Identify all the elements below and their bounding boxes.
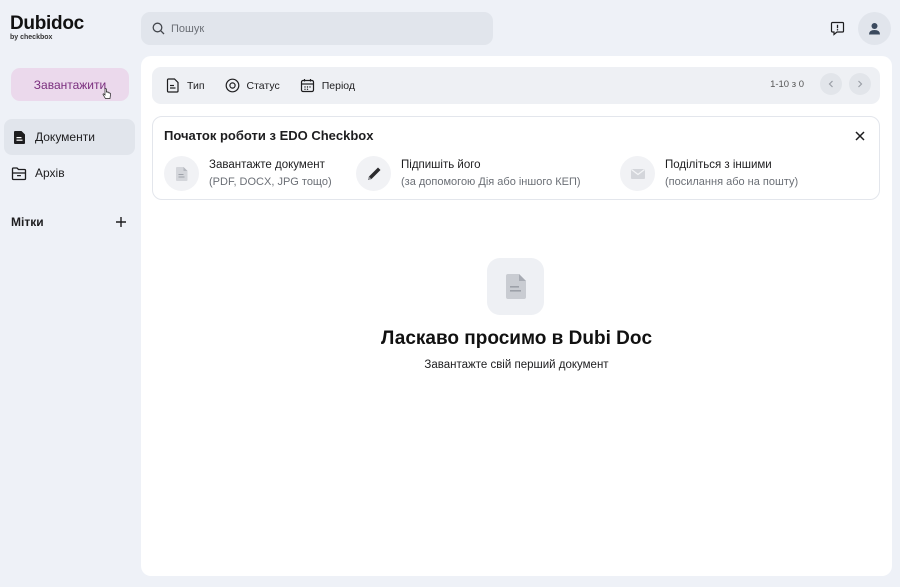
onboarding-card: Початок роботи з EDO Checkbox Завантажте… bbox=[152, 116, 880, 200]
brand-logo[interactable]: Dubidoc by checkbox bbox=[10, 14, 84, 41]
brand-subtitle: by checkbox bbox=[10, 34, 53, 41]
filter-type[interactable]: Тип bbox=[165, 78, 205, 94]
feedback-chat-icon bbox=[830, 21, 845, 36]
step-subtitle: (PDF, DOCX, JPG тощо) bbox=[209, 176, 332, 188]
onboarding-step-share: Поділіться з іншими (посилання або на по… bbox=[620, 156, 798, 191]
user-avatar-icon bbox=[868, 22, 881, 35]
chevron-right-icon bbox=[858, 80, 863, 88]
main-panel: Тип Статус Період 1-10 з 0 Початок робот… bbox=[141, 56, 892, 576]
archive-folder-icon bbox=[11, 165, 27, 181]
filter-label: Тип bbox=[187, 79, 205, 92]
sidebar-item-label: Архів bbox=[35, 166, 65, 180]
feedback-button[interactable] bbox=[821, 12, 853, 44]
step-title: Підпишіть його bbox=[401, 159, 481, 171]
tags-section-header: Мітки bbox=[11, 212, 129, 232]
sidebar-item-archive[interactable]: Архів bbox=[4, 155, 135, 191]
tags-label: Мітки bbox=[11, 215, 44, 229]
pagination: 1-10 з 0 bbox=[770, 73, 871, 95]
filter-label: Період bbox=[321, 79, 356, 92]
add-tag-plus-icon[interactable] bbox=[113, 214, 129, 230]
filter-period[interactable]: Період bbox=[300, 78, 355, 94]
status-circle-icon bbox=[225, 78, 241, 94]
filter-status[interactable]: Статус bbox=[225, 78, 280, 94]
close-icon[interactable] bbox=[853, 129, 867, 143]
step-title: Поділіться з іншими bbox=[665, 159, 772, 171]
sidebar-item-label: Документи bbox=[35, 130, 95, 144]
onboarding-title: Початок роботи з EDO Checkbox bbox=[164, 128, 374, 143]
empty-document-icon bbox=[487, 258, 544, 315]
welcome-title: Ласкаво просимо в Dubi Doc bbox=[380, 328, 653, 349]
brand-name: Dubidoc bbox=[10, 13, 84, 34]
step-title: Завантажте документ bbox=[209, 159, 325, 171]
step-subtitle: (за допомогою Дія або іншого КЕП) bbox=[401, 176, 581, 188]
pagination-range: 1-10 з 0 bbox=[770, 78, 804, 90]
search-icon bbox=[152, 22, 165, 35]
step-subtitle: (посилання або на пошту) bbox=[665, 176, 799, 188]
user-menu-button[interactable] bbox=[858, 12, 891, 45]
document-icon bbox=[11, 129, 27, 145]
filter-label: Статус bbox=[246, 79, 280, 92]
next-page-button[interactable] bbox=[849, 73, 871, 95]
envelope-icon bbox=[620, 156, 655, 191]
hand-cursor-icon bbox=[102, 88, 111, 99]
search-input[interactable] bbox=[171, 22, 471, 35]
sidebar-item-documents[interactable]: Документи bbox=[4, 119, 135, 155]
welcome-subtitle: Завантажте свій перший документ bbox=[424, 359, 609, 371]
file-type-icon bbox=[165, 78, 181, 94]
chevron-left-icon bbox=[828, 80, 833, 88]
prev-page-button[interactable] bbox=[820, 73, 842, 95]
onboarding-step-sign: Підпишіть його (за допомогою Дія або інш… bbox=[356, 156, 581, 191]
document-icon bbox=[164, 156, 199, 191]
calendar-icon bbox=[300, 78, 316, 94]
pen-icon bbox=[356, 156, 391, 191]
onboarding-step-upload: Завантажте документ (PDF, DOCX, JPG тощо… bbox=[164, 156, 332, 191]
filter-bar: Тип Статус Період 1-10 з 0 bbox=[152, 67, 880, 104]
search-bar[interactable] bbox=[141, 12, 493, 45]
